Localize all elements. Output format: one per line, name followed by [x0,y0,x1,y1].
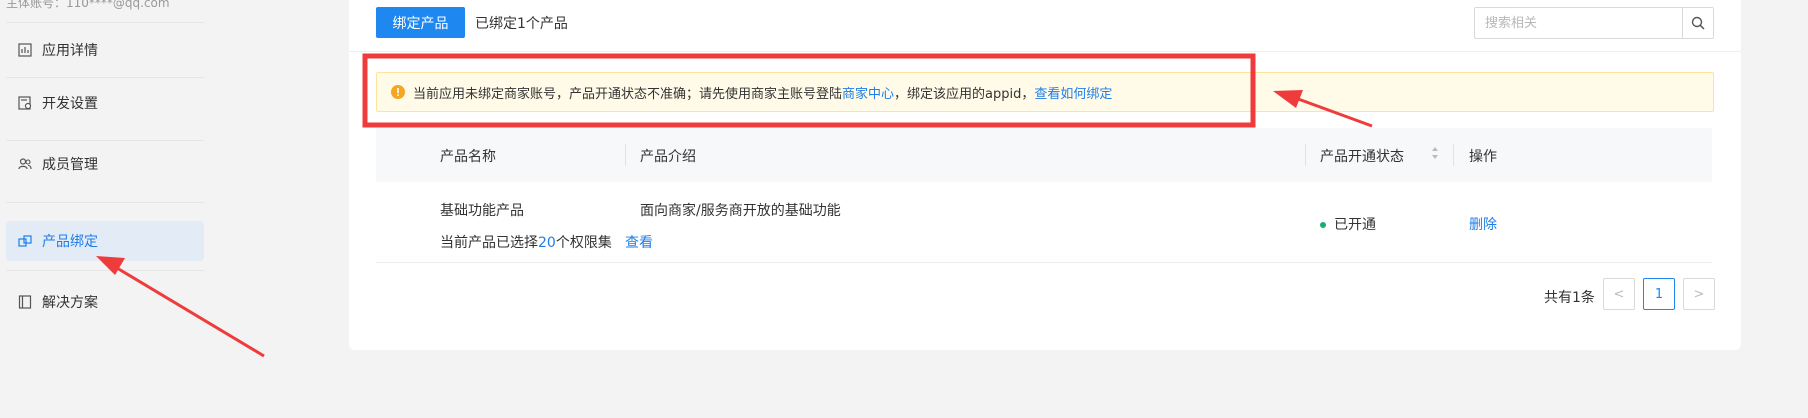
permission-summary-suffix: 个权限集 [555,235,612,251]
how-to-bind-link[interactable]: 查看如何绑定 [1034,87,1112,102]
account-label: 主体账号：110****@qq.com [6,0,170,10]
column-separator [1453,144,1454,166]
search-icon[interactable] [1682,8,1713,38]
link-icon [16,232,34,250]
sidebar-item-members[interactable]: 成员管理 [6,144,204,184]
search-input[interactable] [1475,8,1682,38]
status-badge: 已开通 [1320,214,1376,234]
sidebar: 主体账号：110****@qq.com 应用详情 开发设置 成员管理 产品绑定 … [0,0,210,418]
alert-text: ，绑定该应用的appid， [894,86,1035,102]
chevron-right-icon: > [1693,286,1705,302]
settings-doc-icon [16,94,34,112]
divider [6,140,204,141]
alert-message: 当前应用未绑定商家账号，产品开通状态不准确；请先使用商家主账号登陆商家中心，绑定… [413,83,1112,102]
sidebar-item-app-detail[interactable]: 应用详情 [6,30,204,70]
warning-icon [391,85,405,99]
book-icon [16,293,34,311]
status-dot-icon [1320,222,1326,228]
permission-summary-prefix: 当前产品已选择 [440,235,538,251]
table-header: 产品名称 产品介绍 产品开通状态 操作 [376,128,1712,182]
product-description: 面向商家/服务商开放的基础功能 [640,203,841,219]
search-box [1474,7,1714,39]
merchant-center-link[interactable]: 商家中心 [842,87,894,102]
sidebar-item-label: 开发设置 [42,96,98,112]
next-page-button[interactable]: > [1683,278,1715,310]
divider [6,22,204,23]
divider [349,51,1741,52]
column-header-actions: 操作 [1469,149,1497,165]
delete-link[interactable]: 删除 [1469,214,1497,234]
view-permissions-link[interactable]: 查看 [625,232,653,252]
sidebar-item-label: 解决方案 [42,295,98,311]
alert-text: 当前应用未绑定商家账号，产品开通状态不准确；请先使用商家主账号登陆 [413,86,843,102]
divider [6,202,204,203]
sidebar-item-label: 成员管理 [42,157,98,173]
sidebar-item-label: 产品绑定 [42,234,98,250]
column-separator [625,144,626,166]
divider [6,77,204,78]
sidebar-item-product-binding[interactable]: 产品绑定 [6,221,204,261]
sidebar-item-solutions[interactable]: 解决方案 [6,282,204,322]
column-header-status[interactable]: 产品开通状态 [1320,146,1404,166]
page-button[interactable]: 1 [1643,278,1675,310]
column-separator [1305,144,1306,166]
sort-icon[interactable] [1431,145,1439,165]
column-header-name: 产品名称 [440,149,496,165]
users-icon [16,155,34,173]
divider [6,270,204,271]
bound-count: 已绑定1个产品 [475,16,568,32]
warning-alert: 当前应用未绑定商家账号，产品开通状态不准确；请先使用商家主账号登陆商家中心，绑定… [376,72,1714,112]
permission-summary: 当前产品已选择20个权限集 [440,232,612,252]
sidebar-item-dev-settings[interactable]: 开发设置 [6,83,204,123]
permission-count: 20 [538,235,556,251]
table-row: 基础功能产品 当前产品已选择20个权限集 查看 面向商家/服务商开放的基础功能 … [376,182,1712,263]
chevron-left-icon: < [1613,286,1625,302]
status-text: 已开通 [1334,217,1376,233]
prev-page-button[interactable]: < [1603,278,1635,310]
sidebar-item-label: 应用详情 [42,43,98,59]
product-name: 基础功能产品 [440,203,524,219]
bind-product-button[interactable]: 绑定产品 [376,7,465,38]
column-header-description: 产品介绍 [640,149,696,165]
pagination-total: 共有1条 [1544,290,1595,306]
chart-icon [16,41,34,59]
